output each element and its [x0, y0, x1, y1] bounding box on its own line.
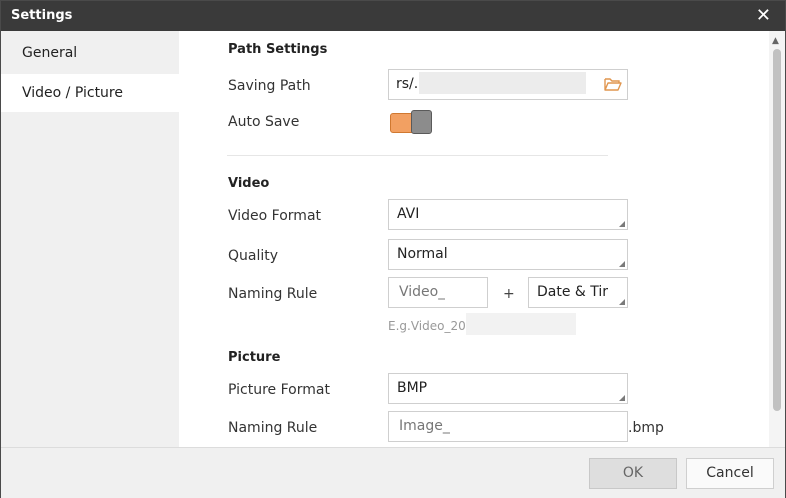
toggle-knob [411, 110, 432, 134]
quality-value: Normal [397, 246, 448, 262]
video-naming-prefix-input[interactable]: Video_ [388, 277, 488, 308]
close-icon[interactable]: ✕ [756, 5, 771, 26]
window-title: Settings [11, 8, 73, 23]
picture-heading: Picture [228, 350, 281, 365]
video-format-value: AVI [397, 206, 420, 222]
sidebar-item-label: Video / Picture [22, 85, 123, 101]
sidebar-item-label: General [22, 45, 78, 61]
dropdown-corner-icon [619, 395, 625, 401]
dropdown-corner-icon [619, 261, 625, 267]
settings-content: Path Settings Saving Path rs/. Auto Save… [179, 31, 767, 447]
picture-extension: .bmp [628, 420, 664, 436]
dialog-footer: OK Cancel [1, 447, 785, 498]
picture-naming-prefix-placeholder: Image_ [399, 418, 450, 434]
dropdown-corner-icon [619, 221, 625, 227]
ok-button[interactable]: OK [589, 458, 677, 489]
sidebar-item-video-picture[interactable]: Video / Picture [1, 74, 179, 112]
sidebar: General Video / Picture [1, 31, 179, 447]
cancel-button[interactable]: Cancel [686, 458, 774, 489]
picture-format-value: BMP [397, 380, 428, 396]
vertical-scrollbar[interactable]: ▲ [769, 31, 785, 447]
section-divider [227, 155, 608, 156]
title-bar: Settings ✕ [1, 1, 785, 31]
saving-path-label: Saving Path [228, 78, 311, 94]
redacted-path [419, 72, 586, 94]
sidebar-item-general[interactable]: General [1, 34, 179, 72]
video-naming-rule-label: Naming Rule [228, 286, 318, 302]
video-heading: Video [228, 176, 270, 191]
path-settings-heading: Path Settings [228, 42, 328, 57]
auto-save-toggle[interactable] [390, 110, 432, 134]
video-naming-example: E.g.Video_202 [388, 319, 474, 333]
picture-format-select[interactable]: BMP [388, 373, 628, 404]
quality-select[interactable]: Normal [388, 239, 628, 270]
picture-naming-rule-label: Naming Rule [228, 420, 318, 436]
scrollbar-thumb[interactable] [773, 49, 781, 411]
scroll-up-arrow-icon[interactable]: ▲ [772, 36, 779, 46]
picture-naming-prefix-input[interactable]: Image_ [388, 411, 628, 442]
video-naming-suffix-value: Date & Tir [537, 284, 609, 300]
quality-label: Quality [228, 248, 279, 264]
settings-dialog: Settings ✕ General Video / Picture Path … [0, 0, 786, 498]
video-naming-prefix-placeholder: Video_ [399, 284, 446, 300]
plus-sign: + [503, 286, 515, 302]
picture-format-label: Picture Format [228, 382, 330, 398]
redacted-example [466, 313, 576, 335]
video-format-select[interactable]: AVI [388, 199, 628, 230]
video-naming-suffix-select[interactable]: Date & Tir [528, 277, 628, 308]
folder-open-icon[interactable] [603, 74, 623, 94]
video-format-label: Video Format [228, 208, 322, 224]
dropdown-corner-icon [619, 299, 625, 305]
auto-save-label: Auto Save [228, 114, 300, 130]
saving-path-field[interactable]: rs/. [388, 69, 628, 100]
saving-path-value: rs/. [396, 76, 419, 92]
